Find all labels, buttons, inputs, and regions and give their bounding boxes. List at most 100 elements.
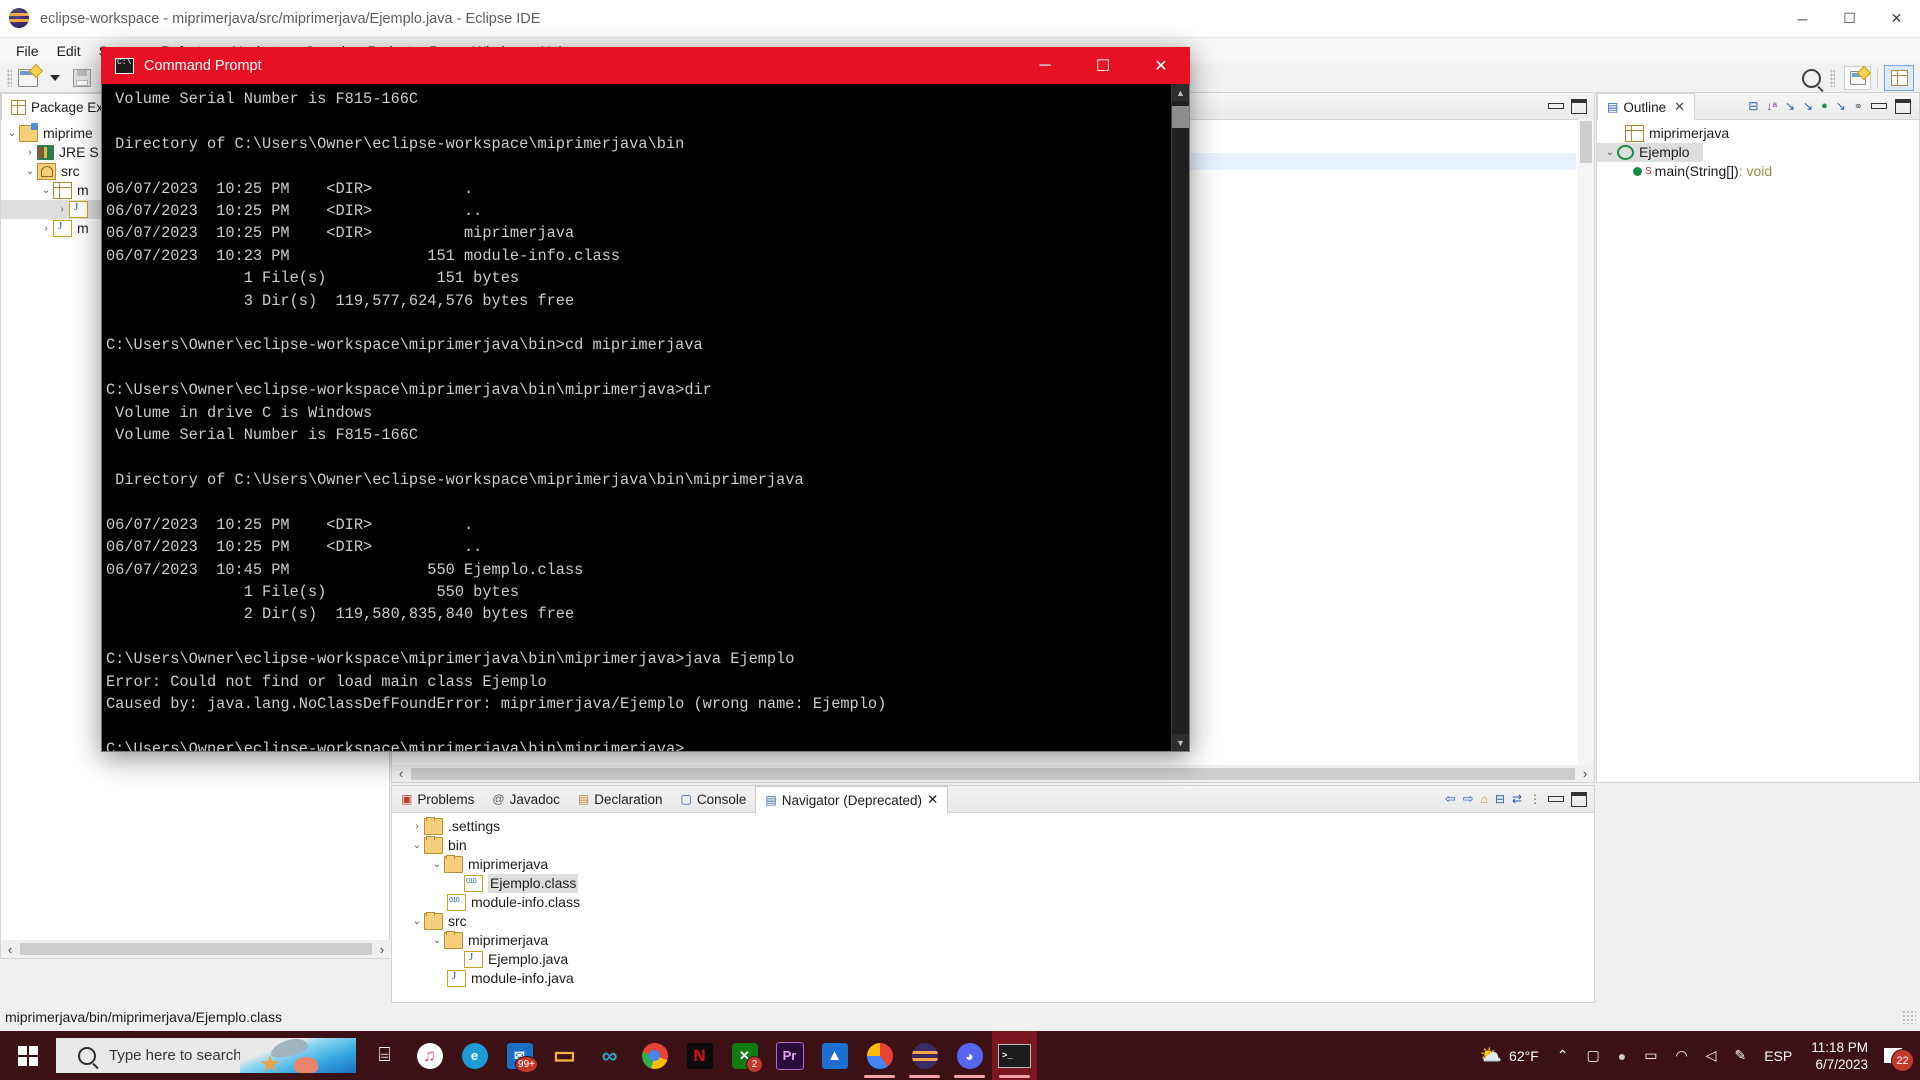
nav-row-src[interactable]: ⌄ src (392, 912, 1594, 931)
collapse-all-icon[interactable]: ⊟ (1748, 99, 1758, 113)
scroll-right-icon[interactable]: › (373, 942, 391, 957)
scroll-thumb[interactable] (1172, 106, 1189, 128)
tab-console[interactable]: ▢ Console (672, 786, 756, 812)
minimize-button[interactable]: ─ (1779, 0, 1826, 37)
scroll-right-icon[interactable]: › (1576, 766, 1594, 781)
link-icon[interactable]: ⚭ (1854, 100, 1863, 113)
outline-row-method[interactable]: S main(String[]) : void (1597, 162, 1919, 181)
hide-local-icon[interactable]: ↘ (1836, 99, 1846, 113)
resize-grip[interactable] (1902, 1010, 1916, 1024)
scroll-thumb[interactable] (411, 767, 1575, 780)
taskbar-command-prompt-button[interactable]: >_ (992, 1031, 1037, 1080)
taskbar-itunes-button[interactable]: ♫ (407, 1031, 452, 1080)
taskbar-netflix-button[interactable]: N (677, 1031, 722, 1080)
menu-edit[interactable]: Edit (48, 41, 90, 61)
taskbar-premiere-button[interactable]: Pr (767, 1031, 812, 1080)
outline-row-class[interactable]: ⌄ Ejemplo (1597, 143, 1703, 162)
expand-arrow[interactable]: ⌄ (39, 185, 53, 196)
expand-arrow[interactable]: ⌄ (410, 916, 424, 927)
package-explorer-hscrollbar[interactable]: ‹ › (1, 940, 391, 958)
expand-arrow[interactable]: › (410, 821, 424, 832)
scroll-up-icon[interactable]: ▲ (1172, 84, 1189, 101)
sort-icon[interactable]: ↓ᵃ (1766, 99, 1776, 113)
nav-row-bin[interactable]: ⌄ bin (392, 836, 1594, 855)
expand-arrow[interactable]: › (55, 204, 69, 215)
taskbar-search-box[interactable]: Type here to search (56, 1038, 356, 1073)
taskbar-acrobat-button[interactable]: ▲ (812, 1031, 857, 1080)
wifi-tray-icon[interactable]: ◠ (1666, 1031, 1696, 1080)
nav-row-src-miprimerjava[interactable]: ⌄ miprimerjava (392, 931, 1594, 950)
hide-static-icon[interactable]: ↘ (1803, 99, 1813, 113)
view-menu-icon[interactable]: ⋮ (1529, 792, 1541, 806)
scroll-thumb[interactable] (20, 943, 372, 955)
new-button[interactable] (15, 66, 41, 90)
tab-problems[interactable]: ▣ Problems (392, 786, 483, 812)
maximize-panel-icon[interactable] (1571, 791, 1587, 807)
expand-arrow[interactable]: ⌄ (410, 840, 424, 851)
open-perspective-button[interactable] (1844, 66, 1871, 90)
console-output[interactable]: Volume Serial Number is F815-166C Direct… (102, 84, 1171, 751)
tab-outline[interactable]: ▤ Outline ✕ (1597, 93, 1696, 120)
nav-row-bin-miprimerjava[interactable]: ⌄ miprimerjava (392, 855, 1594, 874)
command-prompt-titlebar[interactable]: Command Prompt ─ ☐ ✕ (101, 47, 1190, 84)
collapse-all-icon[interactable]: ⊟ (1495, 792, 1505, 806)
maximize-panel-icon[interactable] (1895, 98, 1911, 114)
close-icon[interactable]: ✕ (927, 792, 938, 808)
back-icon[interactable]: ⇦ (1445, 791, 1456, 807)
expand-arrow[interactable]: › (39, 223, 53, 234)
cmd-maximize-button[interactable]: ☐ (1074, 47, 1132, 84)
battery-tray-icon[interactable]: ▭ (1635, 1031, 1666, 1080)
pen-tray-icon[interactable]: ✎ (1725, 1031, 1755, 1080)
outline-row-package[interactable]: miprimerjava (1597, 124, 1919, 143)
taskbar-file-explorer-button[interactable]: ▭ (542, 1031, 587, 1080)
close-button[interactable]: ✕ (1873, 0, 1920, 37)
hide-fields-icon[interactable]: ↘ (1785, 99, 1795, 113)
taskbar-discord-button[interactable]: ◕ (947, 1031, 992, 1080)
show-hidden-icons-button[interactable]: ⌃ (1548, 1031, 1578, 1080)
taskbar-eclipse-button[interactable] (902, 1031, 947, 1080)
camera-tray-icon[interactable]: ▢ (1578, 1031, 1609, 1080)
nav-row-ejemplo-class[interactable]: Ejemplo.class (392, 874, 1594, 893)
scroll-left-icon[interactable]: ‹ (392, 766, 410, 781)
tab-declaration[interactable]: ▤ Declaration (569, 786, 672, 812)
link-with-editor-icon[interactable]: ⇄ (1512, 792, 1522, 806)
nav-row-settings[interactable]: › .settings (392, 817, 1594, 836)
minimize-panel-icon[interactable] (1548, 103, 1564, 109)
minimize-panel-icon[interactable] (1871, 103, 1887, 109)
home-icon[interactable]: ⌂ (1481, 792, 1488, 806)
notification-center-button[interactable]: 22 (1878, 1031, 1916, 1080)
tab-javadoc[interactable]: @ Javadoc (483, 786, 568, 812)
editor-vscrollbar[interactable] (1578, 119, 1594, 765)
toolbar-grip[interactable] (7, 69, 12, 87)
toolbar-grip-3[interactable] (1830, 69, 1835, 87)
search-icon[interactable] (1802, 68, 1821, 88)
java-perspective-button[interactable] (1884, 65, 1914, 91)
taskbar-clock[interactable]: 11:18 PM 6/7/2023 (1801, 1031, 1878, 1080)
scroll-down-icon[interactable]: ▼ (1172, 734, 1189, 751)
console-scrollbar[interactable]: ▲ ▼ (1171, 84, 1189, 751)
forward-icon[interactable]: ⇨ (1463, 791, 1474, 807)
tab-navigator[interactable]: ▤ Navigator (Deprecated) ✕ (755, 786, 949, 813)
nav-row-module-info-class[interactable]: module-info.class (392, 893, 1594, 912)
weather-widget[interactable]: ⛅ 62°F (1471, 1031, 1548, 1080)
tab-package-explorer[interactable]: Package Ex (1, 93, 114, 120)
maximize-button[interactable]: ☐ (1826, 0, 1873, 37)
taskbar-chrome-beta-button[interactable] (857, 1031, 902, 1080)
maximize-panel-icon[interactable] (1571, 98, 1587, 114)
expand-arrow[interactable]: ⌄ (23, 166, 37, 177)
expand-arrow[interactable]: ⌄ (5, 128, 19, 139)
language-indicator[interactable]: ESP (1755, 1031, 1801, 1080)
taskbar-task-view-button[interactable]: ⌸ (362, 1031, 407, 1080)
minimize-panel-icon[interactable] (1548, 796, 1564, 802)
taskbar-chrome-button[interactable] (632, 1031, 677, 1080)
start-button[interactable] (0, 1031, 56, 1080)
scroll-left-icon[interactable]: ‹ (1, 942, 19, 957)
editor-hscrollbar[interactable]: ‹ › (392, 765, 1594, 782)
expand-arrow[interactable]: ⌄ (430, 935, 444, 946)
hide-nonpublic-icon[interactable]: ● (1821, 100, 1828, 112)
save-button[interactable] (69, 66, 95, 90)
menu-file[interactable]: File (7, 41, 48, 61)
scroll-thumb[interactable] (1580, 121, 1592, 163)
new-dropdown-button[interactable] (42, 66, 68, 90)
cmd-close-button[interactable]: ✕ (1132, 47, 1190, 84)
